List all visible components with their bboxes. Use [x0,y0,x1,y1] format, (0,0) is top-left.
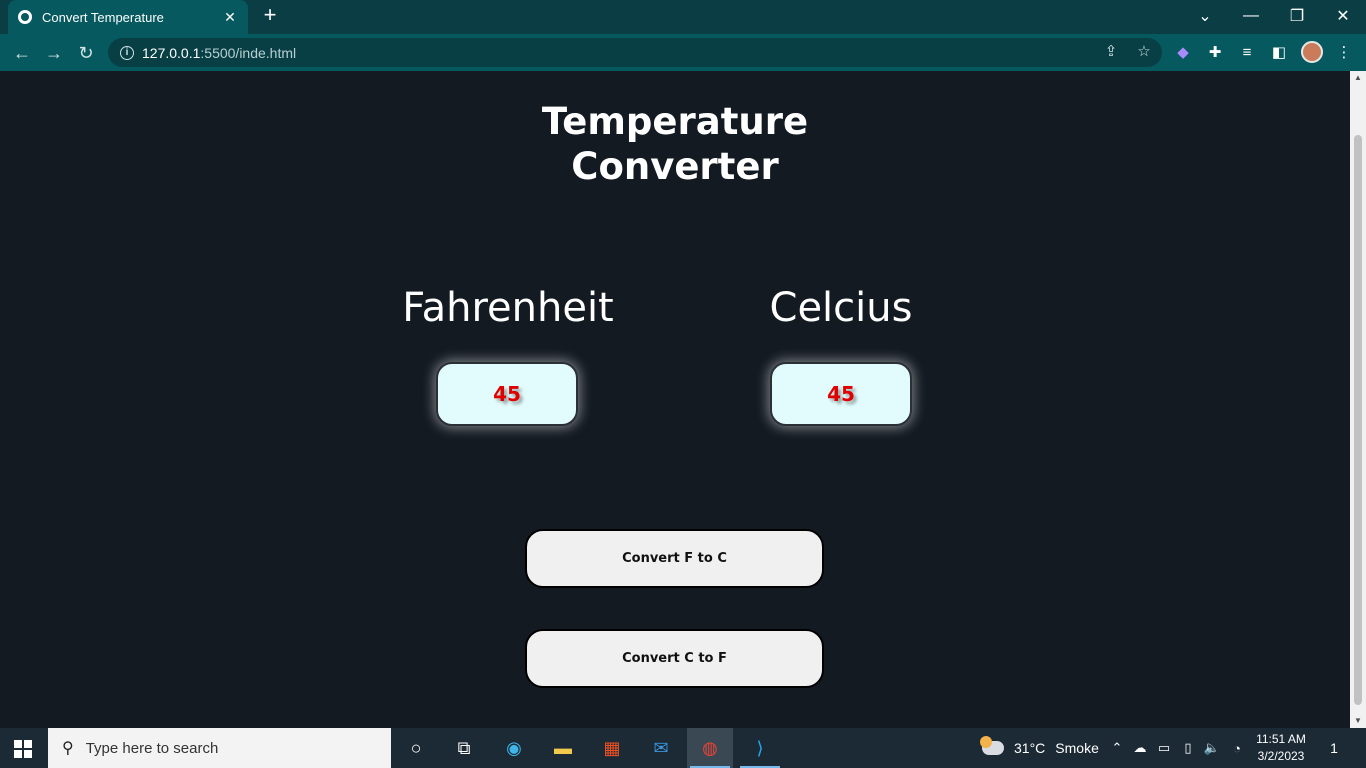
close-window-button[interactable]: ✕ [1320,0,1366,32]
new-tab-button[interactable]: + [258,4,282,28]
notification-count: 1 [1330,740,1338,756]
profile-avatar[interactable] [1301,41,1323,63]
page-viewport: Temperature Converter Fahrenheit Celcius… [0,71,1350,728]
edge-icon[interactable]: ◉ [491,728,537,768]
microsoft-store-icon[interactable]: ▦ [589,728,635,768]
scroll-up-icon[interactable]: ▲ [1353,73,1363,83]
windows-start-icon[interactable] [14,740,32,758]
url-host: 127.0.0.1 [142,44,201,61]
forward-button[interactable]: → [41,40,67,66]
page-title-line2: Converter [571,145,779,188]
vscode-icon[interactable]: ⟩ [737,728,783,768]
notification-icon[interactable]: 1 [1324,738,1344,758]
restore-button[interactable]: ❐ [1274,0,1320,32]
browser-toolbar: ← → ↻ i 127.0.0.1:5500/inde.html ⇪ ☆ ◆ ✚… [0,34,1366,71]
taskbar: ⚲ Type here to search ○ ⧉ ◉ ▬ ▦ ✉ ◍ ⟩ 31… [0,728,1366,768]
mail-icon[interactable]: ✉ [638,728,684,768]
weather-temp: 31°C [1014,740,1046,756]
menu-kebab-icon[interactable]: ⋮ [1334,42,1354,62]
clock-date: 3/2/2023 [1257,749,1305,763]
system-clock[interactable]: 11:51 AM 3/2/2023 [1248,731,1314,765]
extensions-puzzle-icon[interactable]: ✚ [1205,42,1225,62]
page-title: Temperature Converter [0,99,1350,189]
taskbar-search-box[interactable]: ⚲ Type here to search [48,728,391,768]
tab-close-icon[interactable]: ✕ [222,9,238,26]
wifi-icon[interactable]: ◔ [1228,738,1246,758]
cortana-icon[interactable]: ○ [393,728,439,768]
vertical-scrollbar[interactable]: ▲ ▼ [1350,71,1366,728]
celsius-input[interactable]: 45 [770,362,912,426]
page-title-line1: Temperature [541,100,809,143]
bookmark-star-icon[interactable]: ☆ [1134,41,1154,61]
task-view-icon[interactable]: ⧉ [441,728,487,768]
clock-time: 11:51 AM [1256,732,1306,746]
extension-icon[interactable]: ◆ [1173,42,1193,62]
battery-icon[interactable]: ▯ [1179,738,1197,758]
weather-desc: Smoke [1055,740,1099,756]
side-panel-icon[interactable]: ◧ [1269,42,1289,62]
scrollbar-thumb[interactable] [1354,135,1362,705]
weather-widget[interactable]: 31°C Smoke [980,728,1099,768]
convert-f-to-c-button[interactable]: Convert F to C [525,529,824,588]
back-button[interactable]: ← [9,40,35,66]
tab-title: Convert Temperature [42,9,164,25]
meet-now-icon[interactable]: ▭ [1155,738,1173,758]
site-info-icon[interactable]: i [120,45,134,60]
volume-icon[interactable]: 🔈 [1203,738,1221,758]
weather-cloud-icon [980,736,1004,755]
tab-strip: Convert Temperature ✕ + ⌄ — ❐ ✕ [0,0,1366,34]
tray-overflow-icon[interactable]: ⌃ [1108,738,1126,758]
url-path: :5500/inde.html [200,44,297,61]
tab-search-button[interactable]: ⌄ [1182,0,1228,32]
address-bar[interactable]: i 127.0.0.1:5500/inde.html [108,38,1162,67]
minimize-button[interactable]: — [1228,0,1274,32]
search-placeholder: Type here to search [85,739,219,757]
media-control-icon[interactable]: ≡ [1237,42,1257,62]
chrome-icon[interactable]: ◍ [687,728,733,768]
convert-c-to-f-button[interactable]: Convert C to F [525,629,824,688]
globe-icon [18,10,32,24]
fahrenheit-label: Fahrenheit [402,285,614,331]
share-icon[interactable]: ⇪ [1101,41,1121,61]
scroll-down-icon[interactable]: ▼ [1353,716,1363,726]
onedrive-icon[interactable]: ☁ [1131,738,1149,758]
browser-tab[interactable]: Convert Temperature ✕ [8,0,248,34]
celsius-label: Celcius [769,285,913,331]
fahrenheit-input[interactable]: 45 [436,362,578,426]
file-explorer-icon[interactable]: ▬ [540,728,586,768]
search-icon: ⚲ [62,740,74,757]
reload-button[interactable]: ↻ [73,40,99,66]
